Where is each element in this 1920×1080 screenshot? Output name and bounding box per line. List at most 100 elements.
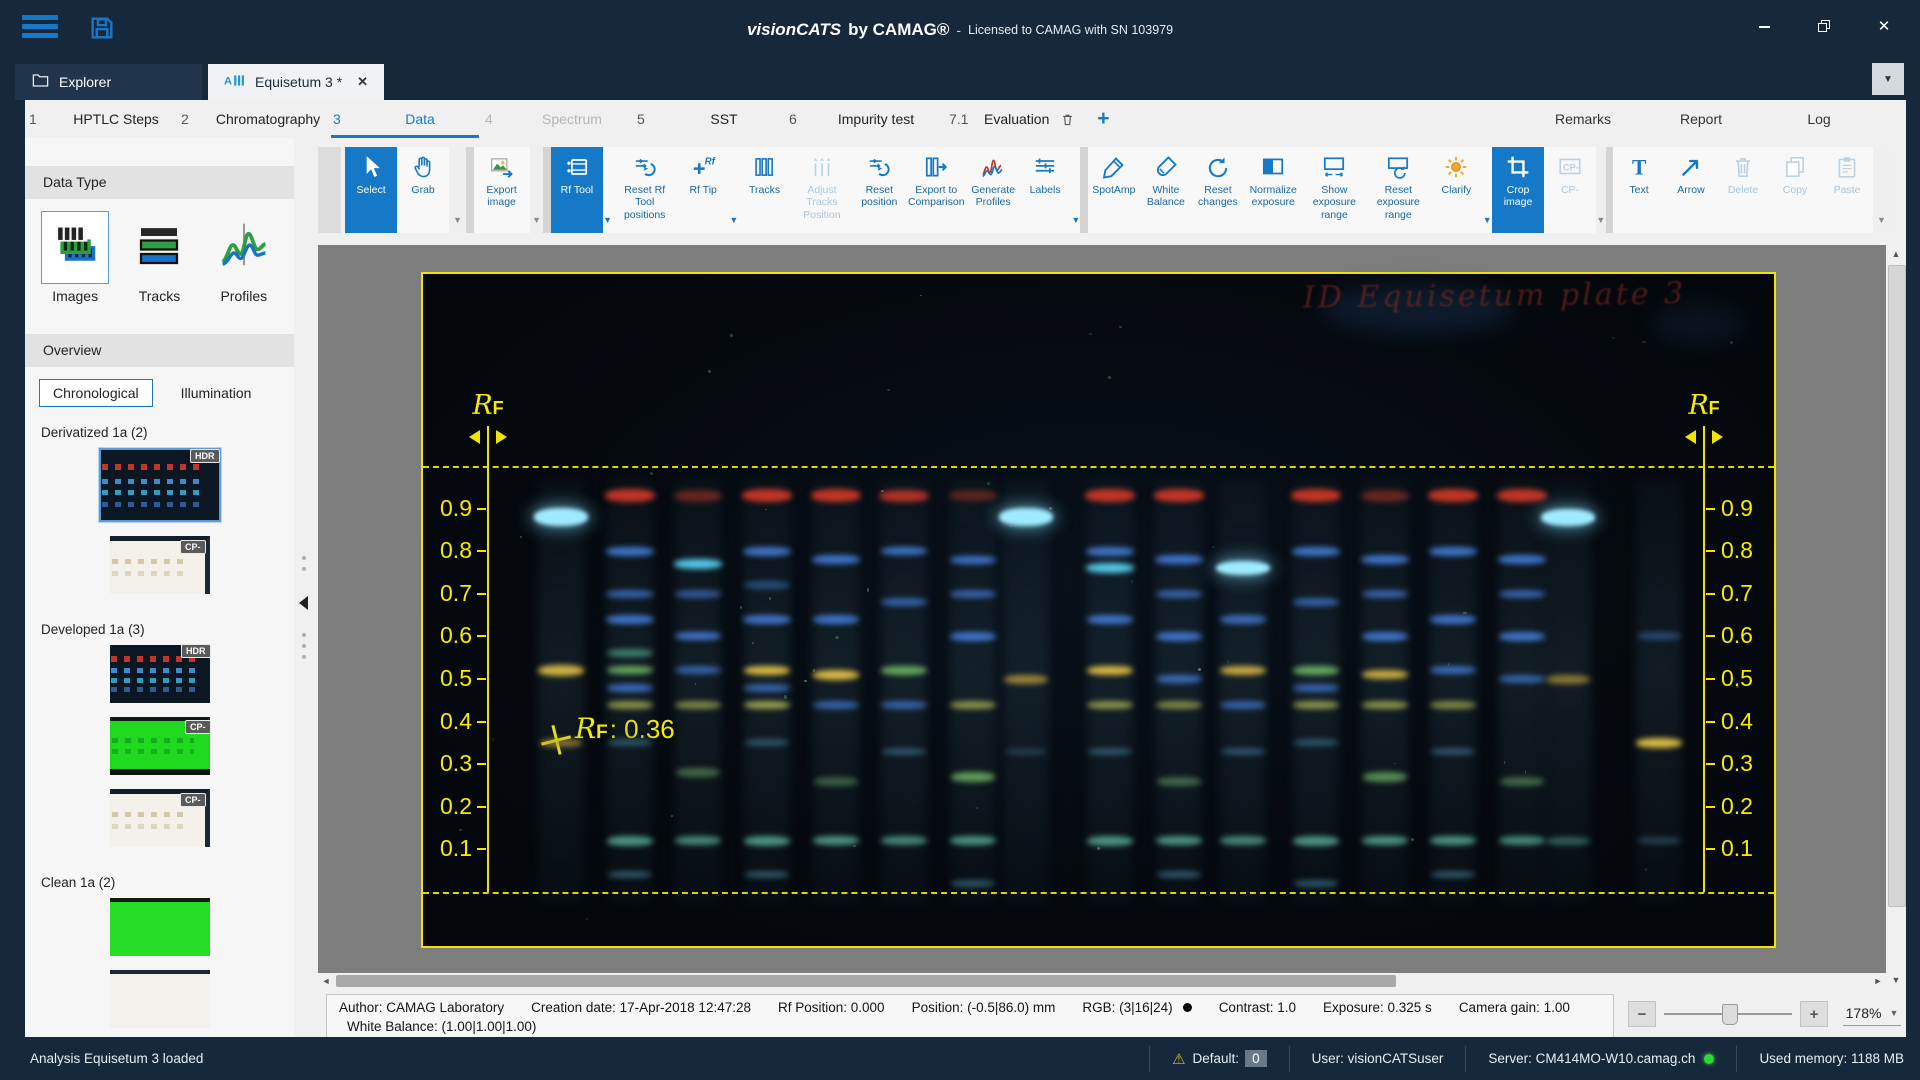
rf-ruler-arrow-right[interactable]	[496, 430, 507, 444]
toolbar-dropdown-icon[interactable]: ▼	[449, 147, 467, 233]
image-canvas[interactable]: ID Equisetum plate 3 RF: 0.36 RF0.90.80.…	[318, 245, 1886, 973]
show-exposure-range-button[interactable]: Show exposure range	[1303, 147, 1367, 233]
vertical-scroll-thumb[interactable]	[1888, 265, 1906, 907]
step-tab-hptlc-steps[interactable]: 1 HPTLC Steps	[25, 100, 177, 138]
thumbnail-derivatized-1a-2-2[interactable]: CP-	[109, 536, 210, 594]
zoom-out-button[interactable]: −	[1628, 1001, 1656, 1027]
track-band	[1362, 670, 1409, 680]
spotamp-button[interactable]: SpotAmp	[1088, 147, 1140, 233]
rf-tool-button[interactable]: Rf Tool	[550, 147, 603, 233]
restore-button[interactable]	[1802, 8, 1846, 44]
solvent-front-line[interactable]	[423, 466, 1774, 468]
collapse-sidebar-icon[interactable]	[299, 596, 308, 610]
horizontal-scroll-thumb[interactable]	[336, 975, 1396, 987]
reset-exposure-range-button[interactable]: Reset exposure range	[1366, 147, 1430, 233]
step-tab-spectrum[interactable]: 4 Spectrum	[481, 100, 633, 138]
data-type-profiles[interactable]: Profiles	[210, 211, 278, 304]
copy-button: Copy	[1769, 147, 1821, 233]
reset-position-button[interactable]: Reset position	[853, 147, 905, 233]
link-log[interactable]: Log	[1760, 111, 1878, 127]
default-notifications[interactable]: ⚠ Default: 0	[1172, 1050, 1267, 1068]
select-button[interactable]: Select	[345, 147, 398, 233]
rf-ruler-right[interactable]	[1703, 426, 1705, 892]
clarify-button[interactable]: Clarify	[1430, 147, 1482, 233]
link-remarks[interactable]: Remarks	[1524, 111, 1642, 127]
tab-explorer[interactable]: Explorer	[15, 64, 202, 100]
generate-profiles-button[interactable]: Generate Profiles	[967, 147, 1019, 233]
zoom-in-button[interactable]: +	[1800, 1001, 1828, 1027]
rf-tip-button[interactable]: Rf Rf Tip	[677, 147, 729, 233]
arrow-button[interactable]: Arrow	[1665, 147, 1717, 233]
delete-step-icon[interactable]	[1060, 112, 1075, 127]
export-to-comparison-button[interactable]: Export to Comparison	[905, 147, 967, 233]
rf-ruler-arrow-right[interactable]	[1712, 430, 1723, 444]
vertical-scrollbar[interactable]: ▲ ▼	[1886, 245, 1906, 989]
step-tab-sst[interactable]: 5 SST	[633, 100, 785, 138]
toolbar-dropdown-icon[interactable]: ▼	[529, 147, 544, 233]
tracks-button[interactable]: Tracks	[739, 147, 791, 233]
labels-button[interactable]: Labels	[1019, 147, 1071, 233]
add-step-button[interactable]: +	[1083, 100, 1123, 138]
toolbar-dropdown-icon[interactable]: ▼	[1482, 147, 1493, 233]
reset-changes-button[interactable]: Reset changes	[1192, 147, 1244, 233]
step-tab-data[interactable]: 3 Data	[329, 100, 481, 138]
thumbnail-developed-1a-3-3[interactable]: CP-	[109, 789, 210, 847]
zoom-slider-thumb[interactable]	[1721, 1004, 1738, 1025]
track-band	[812, 555, 861, 565]
export-image-button[interactable]: Export image	[474, 147, 530, 233]
zoom-percent-select[interactable]: 178% ▼	[1843, 1001, 1901, 1026]
thumbnail-derivatized-1a-2-1[interactable]: HDR	[97, 447, 222, 523]
horizontal-scrollbar[interactable]: ◄ ►	[318, 973, 1886, 989]
close-button[interactable]: ✕	[1862, 8, 1906, 44]
mode-illumination[interactable]: Illumination	[167, 379, 266, 407]
thumbnail-developed-1a-3-2[interactable]: CP-	[109, 717, 211, 775]
thumbnail-clean-1a-2-2[interactable]	[109, 970, 210, 1028]
toolbar-dropdown-icon[interactable]: ▼	[1071, 147, 1081, 233]
track-band	[1293, 879, 1338, 887]
toolbar-dropdown-icon[interactable]: ▼	[1596, 147, 1606, 233]
track-band	[879, 489, 930, 502]
scroll-down-icon[interactable]: ▼	[1886, 971, 1906, 989]
zoom-slider[interactable]	[1664, 1004, 1792, 1025]
step-tab-evaluation[interactable]: 7.1 Evaluation	[937, 100, 1083, 138]
data-type-images[interactable]: Images	[41, 211, 110, 304]
mode-chronological[interactable]: Chronological	[39, 379, 153, 407]
white-balance-button[interactable]: White Balance	[1140, 147, 1192, 233]
rf-ruler-left[interactable]	[487, 426, 489, 892]
plate-image[interactable]: ID Equisetum plate 3 RF: 0.36 RF0.90.80.…	[421, 272, 1776, 948]
track-band	[607, 835, 654, 846]
minimize-button[interactable]	[1742, 8, 1786, 44]
step-tab-chromatography[interactable]: 2 Chromatography	[177, 100, 329, 138]
thumbnail-developed-1a-3-1[interactable]: HDR	[109, 644, 211, 703]
normalize-exposure-button[interactable]: Normalize exposure	[1244, 147, 1303, 233]
thumbnail-clean-1a-2-1[interactable]	[109, 898, 210, 956]
sidebar-splitter[interactable]	[294, 138, 316, 1037]
data-type-header: Data Type	[25, 166, 294, 199]
tab-equisetum-3[interactable]: A Equisetum 3 * ✕	[208, 64, 385, 100]
step-tab-impurity-test[interactable]: 6 Impurity test	[785, 100, 937, 138]
tab-list-dropdown-icon[interactable]: ▼	[1872, 63, 1904, 95]
data-type-tracks[interactable]: Tracks	[125, 211, 193, 304]
toolbar-dropdown-icon[interactable]: ▼	[602, 147, 613, 233]
close-tab-icon[interactable]: ✕	[357, 74, 368, 90]
group-label-derivatized-1a-2: Derivatized 1a (2)	[41, 425, 148, 440]
rf-tick-label: 0.3	[440, 750, 472, 777]
scroll-right-icon[interactable]: ►	[1870, 973, 1886, 989]
scroll-left-icon[interactable]: ◄	[318, 973, 334, 989]
rf-ruler-arrow-left[interactable]	[1685, 430, 1696, 444]
toolbar-group-1: Export image ▼	[473, 147, 544, 233]
grab-button[interactable]: Grab	[397, 147, 449, 233]
track-band	[1428, 546, 1477, 556]
rf-ruler-arrow-left[interactable]	[469, 430, 480, 444]
reset-rf-tool-positions-button[interactable]: Reset Rf Tool positions	[612, 147, 677, 233]
text-button[interactable]: T Text	[1613, 147, 1665, 233]
rf-tick-label: 0.9	[1721, 494, 1753, 521]
toolbar-dropdown-icon[interactable]: ▼	[729, 147, 739, 233]
crop-image-button[interactable]: Crop image	[1492, 147, 1545, 233]
track-band	[1362, 631, 1409, 641]
link-report[interactable]: Report	[1642, 111, 1760, 127]
plate-speckle	[694, 682, 697, 686]
rf-tick	[477, 507, 486, 510]
toolbar-dropdown-icon[interactable]: ▼	[1873, 147, 1890, 233]
scroll-up-icon[interactable]: ▲	[1886, 245, 1906, 263]
